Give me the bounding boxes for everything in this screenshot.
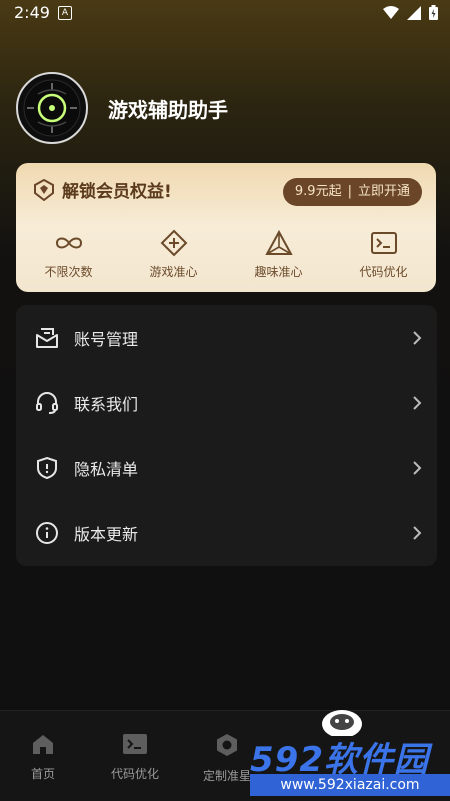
signal-icon xyxy=(407,5,421,20)
status-bar: 2:49 A xyxy=(0,0,450,26)
vip-benefit-code-optimize[interactable]: 代码优化 xyxy=(331,229,436,280)
tab-home[interactable]: 首页 xyxy=(3,733,83,782)
vip-benefit-label: 趣味准心 xyxy=(254,265,303,279)
shield-icon xyxy=(37,456,57,479)
vip-price: 9.9元起 xyxy=(294,184,342,199)
notification-icon: A xyxy=(58,6,72,20)
vip-card[interactable]: 解锁会员权益! 9.9元起 | 立即开通 不限次数 游戏准心 趣味准心 代码优化 xyxy=(16,163,436,292)
menu-item-update[interactable]: 版本更新 xyxy=(16,500,437,565)
infinity-icon xyxy=(55,237,82,249)
battery-icon xyxy=(429,5,438,20)
profile-name: 游戏辅助助手 xyxy=(108,97,228,122)
vip-benefit-game-crosshair[interactable]: 游戏准心 xyxy=(121,229,226,280)
vip-open-button[interactable]: 9.9元起 | 立即开通 xyxy=(282,178,422,206)
status-icons xyxy=(383,5,438,20)
vip-benefit-fun-crosshair[interactable]: 趣味准心 xyxy=(226,229,331,280)
terminal-icon xyxy=(123,734,147,754)
vip-divider: | xyxy=(347,184,352,199)
watermark-url: www.592xiazai.com xyxy=(250,774,450,796)
tab-code-optimize[interactable]: 代码优化 xyxy=(95,733,175,782)
menu-item-label: 账号管理 xyxy=(74,329,139,349)
triangle-icon xyxy=(264,230,293,255)
vip-header: 解锁会员权益! xyxy=(34,177,172,202)
tab-label: 代码优化 xyxy=(110,767,159,781)
vip-benefit-label: 游戏准心 xyxy=(149,265,198,279)
crosshair-diamond-icon xyxy=(160,229,187,257)
profile-header: 游戏辅助助手 xyxy=(16,72,228,144)
vip-badge-icon xyxy=(34,178,54,201)
vip-benefit-label: 不限次数 xyxy=(44,265,93,279)
vip-action: 立即开通 xyxy=(357,184,410,199)
menu-item-label: 联系我们 xyxy=(74,394,139,414)
chevron-right-icon xyxy=(413,460,422,475)
status-time: 2:49 xyxy=(14,3,50,22)
hexagon-icon xyxy=(217,734,237,756)
wifi-icon xyxy=(383,5,399,19)
avatar[interactable] xyxy=(16,72,88,144)
terminal-icon xyxy=(370,232,397,254)
menu-item-account[interactable]: 账号管理 xyxy=(16,305,437,370)
vip-title: 解锁会员权益! xyxy=(62,182,172,202)
tab-label: 首页 xyxy=(30,767,55,781)
chevron-right-icon xyxy=(413,525,422,540)
headset-icon xyxy=(36,391,58,414)
mail-icon xyxy=(36,327,58,348)
vip-benefits: 不限次数 游戏准心 趣味准心 代码优化 xyxy=(16,229,436,280)
vip-benefit-label: 代码优化 xyxy=(359,265,408,279)
info-icon xyxy=(36,521,58,544)
menu-item-contact[interactable]: 联系我们 xyxy=(16,370,437,435)
chevron-right-icon xyxy=(413,330,422,345)
watermark: 592软件园 www.592xiazai.com xyxy=(250,710,450,800)
menu-item-privacy[interactable]: 隐私清单 xyxy=(16,435,437,500)
settings-menu: 账号管理 联系我们 隐私清单 版本更新 xyxy=(16,305,437,566)
menu-item-label: 隐私清单 xyxy=(74,459,139,479)
home-icon xyxy=(33,735,53,754)
crosshair-logo-icon xyxy=(23,79,81,137)
vip-benefit-unlimited[interactable]: 不限次数 xyxy=(16,229,121,280)
menu-item-label: 版本更新 xyxy=(74,524,139,544)
chevron-right-icon xyxy=(413,395,422,410)
